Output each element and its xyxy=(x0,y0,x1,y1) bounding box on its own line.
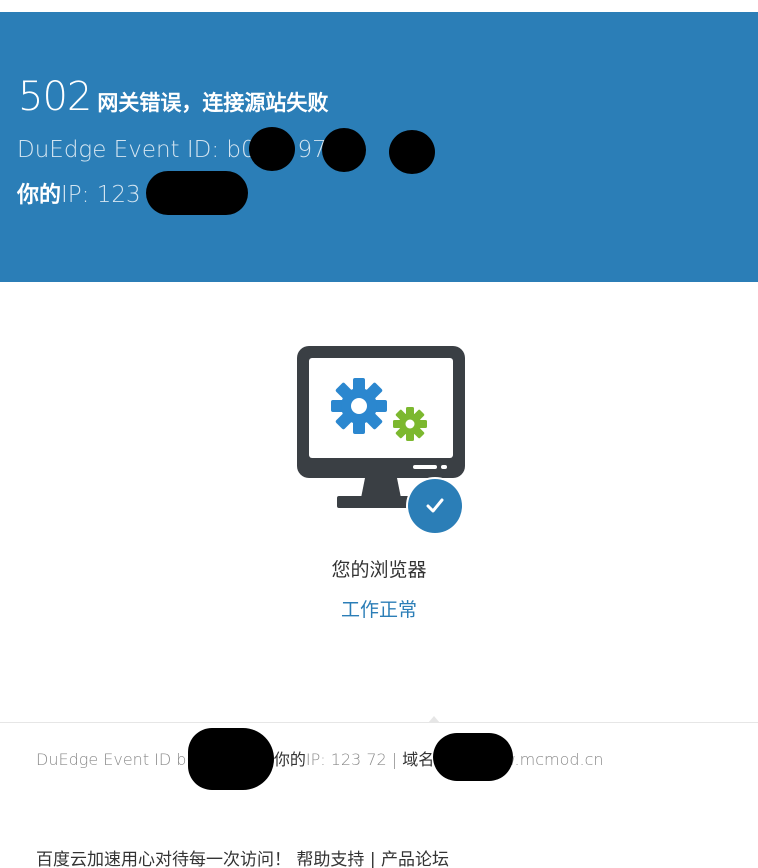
footer-divider xyxy=(0,722,758,723)
footer-slogan: 百度云加速用心对待每一次访问！ 帮助支持 | 产品论坛 xyxy=(36,845,449,868)
redaction-mark xyxy=(188,728,274,790)
footer-ip-value: IP: 123 72 | xyxy=(305,750,403,769)
divider-caret xyxy=(428,716,440,723)
footer-info: DuEdge Event ID b0 972f50 | 你的IP: 123 72… xyxy=(36,743,726,776)
help-support-link[interactable]: 帮助支持 xyxy=(296,850,364,868)
redaction-mark xyxy=(389,130,435,174)
slogan-text: 百度云加速用心对待每一次访问！ xyxy=(36,850,291,868)
error-banner: 502 网关错误，连接源站失败 DuEdge Event ID: b0 dc 97… xyxy=(0,12,758,282)
check-circle-icon xyxy=(406,477,464,535)
error-page: 502 网关错误，连接源站失败 DuEdge Event ID: b0 dc 97… xyxy=(0,0,758,868)
redaction-mark xyxy=(146,171,248,215)
event-id: DuEdge Event ID: b0 dc 97 0 xyxy=(17,137,349,163)
error-message: 网关错误，连接源站失败 xyxy=(97,91,329,115)
top-strip xyxy=(0,0,758,12)
monitor-gears-icon xyxy=(297,346,467,536)
redaction-mark xyxy=(322,128,366,172)
browser-label: 您的浏览器 xyxy=(331,559,427,581)
product-forum-link[interactable]: 产品论坛 xyxy=(381,850,449,868)
error-title: 502 网关错误，连接源站失败 xyxy=(18,74,328,120)
link-separator: | xyxy=(369,850,376,868)
footer-ip-label: 你的 xyxy=(273,750,306,769)
redaction-mark xyxy=(249,127,295,171)
ip-label: 你的 xyxy=(17,183,62,208)
error-code: 502 xyxy=(18,74,92,120)
redaction-mark xyxy=(433,733,513,781)
browser-status: 工作正常 xyxy=(340,599,417,621)
